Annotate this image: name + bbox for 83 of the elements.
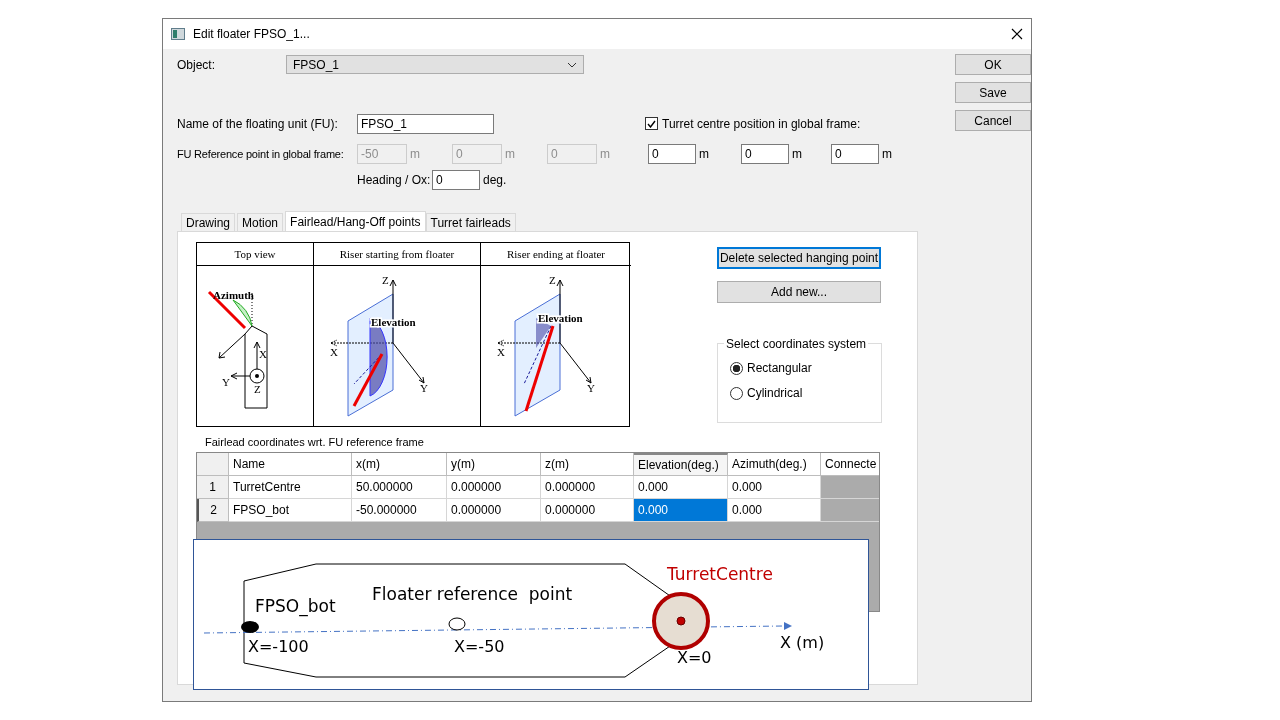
group-title: Select coordinates system [724,337,869,351]
radio-label: Cylindrical [747,386,803,400]
coordinate-label: X=-100 [248,637,309,656]
tab[interactable]: Motion [237,213,284,231]
column-header[interactable]: Name [229,453,352,476]
column-header[interactable]: z(m) [541,453,634,476]
table-cell[interactable]: 0.000 [634,499,728,522]
table-cell[interactable]: 0.000000 [541,476,634,499]
reference-point-dot [448,617,466,631]
field-label: Heading / Ox: [357,172,432,187]
point-label: Floater reference point [372,584,573,604]
field-label: Name of the floating unit (FU): [177,116,339,131]
action-button[interactable]: Add new... [717,281,881,303]
column-header[interactable]: Elevation(deg.) [634,453,728,476]
unit-label: deg. [482,172,508,187]
tab[interactable]: Turret fairleads [425,213,516,231]
row-header[interactable]: 2 [197,499,229,522]
axis-label: Y [587,382,595,394]
close-icon[interactable] [1011,28,1023,40]
input-field[interactable]: 0 [648,143,696,164]
figure-header: Riser ending at floater [506,248,606,260]
corner-cell [197,453,229,476]
axis-label: X [497,346,505,358]
table-cell[interactable]: 0.000 [728,476,821,499]
chevron-down-icon [567,61,577,68]
input-field[interactable]: 0 [831,143,879,164]
tab[interactable]: Fairlead/Hang-Off points [285,211,426,231]
coordinate-label: X=0 [677,648,712,667]
unit-label: m [599,146,611,161]
window-title: Edit floater FPSO_1... [193,27,311,41]
column-header[interactable]: y(m) [447,453,541,476]
table-caption: Fairlead coordinates wrt. FU reference frame [205,436,425,450]
dialog-button[interactable]: Cancel [955,110,1031,131]
axis-label: X [259,348,267,360]
column-header[interactable]: x(m) [352,453,447,476]
object-dropdown[interactable]: FPSO_1 [286,55,584,74]
point-label: FPSO_bot [255,596,336,616]
dialog-button[interactable]: Save [955,82,1031,103]
axis-label: X (m) [780,633,825,652]
figure-header: Top view [234,248,276,260]
field-label: FU Reference point in global frame: [177,147,345,160]
checkbox-label: Turret centre position in global frame: [662,116,861,131]
figure-header: Riser starting from floater [339,248,455,260]
azimuth-label: Azimuth [213,289,254,301]
unit-label: m [881,146,893,161]
axis-label: Z [382,276,389,286]
checkbox[interactable] [645,117,658,130]
column-header[interactable]: Azimuth(deg.) [728,453,821,476]
radio-button[interactable] [730,386,743,400]
point-label: TurretCentre [667,564,773,584]
table-cell[interactable]: 0.000000 [447,499,541,522]
table-cell[interactable]: TurretCentre [229,476,352,499]
tab[interactable]: Drawing [181,213,235,231]
unit-label: m [504,146,516,161]
axis-label: Z [549,276,556,286]
row-header[interactable]: 1 [197,476,229,499]
table-cell[interactable]: 50.000000 [352,476,447,499]
unit-label: m [791,146,803,161]
dialog-button[interactable]: OK [955,54,1031,75]
axis-label: Y [420,382,428,394]
field-label: Object: [177,57,216,72]
coordinate-label: X=-50 [454,637,505,656]
radio-button[interactable] [730,361,743,375]
input-field[interactable]: 0 [741,143,789,164]
table-cell[interactable]: -50.000000 [352,499,447,522]
table-cell[interactable]: 0.000 [634,476,728,499]
unit-label: m [409,146,421,161]
axis-label: Z [254,383,261,395]
window-icon [171,28,185,40]
table-cell[interactable]: 0.000000 [541,499,634,522]
table-cell[interactable]: FPSO_bot [229,499,352,522]
table-cell[interactable]: 0.000000 [447,476,541,499]
unit-label: m [698,146,710,161]
table-cell[interactable]: 0.000 [728,499,821,522]
turret-circle [652,592,710,650]
axis-label: X [330,346,338,358]
column-header[interactable]: Connecte [821,453,879,476]
fairlead-dot [241,621,259,633]
radio-label: Rectangular [747,361,812,375]
action-button[interactable]: Delete selected hanging point [717,247,881,269]
axis-label: Y [222,376,230,388]
input-field[interactable]: 0 [432,169,480,190]
input-field[interactable]: FPSO_1 [357,113,494,134]
